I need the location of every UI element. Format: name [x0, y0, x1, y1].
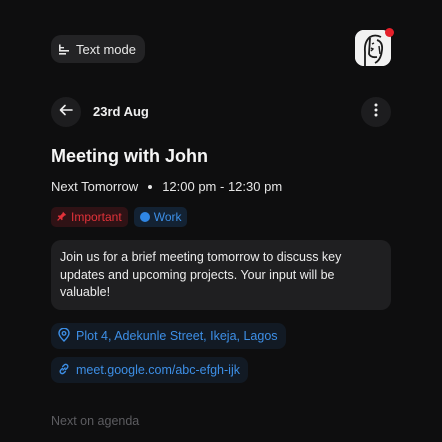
- dot-icon: [139, 212, 150, 222]
- text-mode-label: Text mode: [76, 41, 136, 57]
- event-tags: Important Work: [51, 207, 188, 227]
- event-time-row: Next Tomorrow 12:00 pm - 12:30 pm: [51, 179, 282, 194]
- event-description: Join us for a brief meeting tomorrow to …: [51, 240, 391, 310]
- more-vertical-icon: [374, 103, 378, 122]
- tag-important-label: Important: [71, 210, 122, 224]
- tag-work[interactable]: Work: [133, 207, 188, 227]
- location-text: Plot 4, Adekunle Street, Ikeja, Lagos: [76, 329, 278, 343]
- profile-avatar-button[interactable]: [355, 28, 394, 66]
- meeting-link[interactable]: meet.google.com/abc-efgh-ijk: [51, 357, 248, 383]
- arrow-left-icon: [59, 103, 73, 121]
- location-link[interactable]: Plot 4, Adekunle Street, Ikeja, Lagos: [51, 323, 286, 349]
- meeting-link-text: meet.google.com/abc-efgh-ijk: [76, 363, 240, 377]
- map-pin-icon: [58, 327, 70, 345]
- text-lines-icon: [58, 43, 70, 55]
- event-detail-screen: Text mode 23rd Aug Meeting with John Nex…: [0, 0, 442, 442]
- date-label: 23rd Aug: [93, 104, 149, 119]
- tag-work-label: Work: [153, 210, 182, 224]
- notification-dot: [385, 28, 394, 37]
- event-day: Next Tomorrow: [51, 179, 139, 194]
- text-mode-button[interactable]: Text mode: [51, 35, 145, 63]
- separator-dot: [148, 184, 153, 189]
- more-options-button[interactable]: [361, 97, 391, 127]
- back-button[interactable]: [51, 97, 81, 127]
- tag-important[interactable]: Important: [51, 207, 128, 227]
- next-on-agenda-heading: Next on agenda: [51, 414, 140, 428]
- link-icon: [58, 363, 70, 378]
- event-title: Meeting with John: [51, 146, 208, 166]
- event-time: 12:00 pm - 12:30 pm: [162, 179, 283, 194]
- pin-icon: [57, 210, 67, 224]
